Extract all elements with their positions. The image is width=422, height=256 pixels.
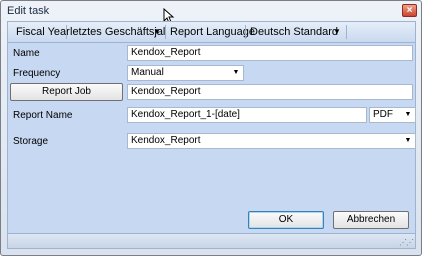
- cancel-button[interactable]: Abbrechen: [333, 211, 409, 229]
- name-label: Name: [13, 48, 40, 59]
- toolbar: Fiscal Year letztes Geschäftsjal ▼ Repor…: [7, 21, 416, 43]
- storage-select[interactable]: Kendox_Report ▼: [127, 133, 416, 149]
- chevron-down-icon[interactable]: ▼: [401, 134, 415, 148]
- toolbar-separator: [165, 25, 166, 39]
- toolbar-separator: [245, 25, 246, 39]
- fiscal-year-label: Fiscal Year: [16, 26, 70, 38]
- chevron-down-icon[interactable]: ▼: [401, 108, 415, 122]
- report-job-button[interactable]: Report Job: [10, 83, 123, 101]
- storage-value: Kendox_Report: [131, 135, 201, 146]
- resize-grip-icon[interactable]: ⋰⋰: [399, 238, 414, 247]
- frequency-label: Frequency: [13, 68, 61, 79]
- report-language-select[interactable]: Deutsch Standard: [250, 26, 338, 38]
- edit-task-dialog: Edit task × Fiscal Year letztes Geschäft…: [0, 0, 422, 256]
- report-job-field[interactable]: Kendox_Report: [127, 84, 413, 100]
- frequency-select[interactable]: Manual ▼: [127, 65, 244, 81]
- chevron-down-icon[interactable]: ▼: [151, 22, 163, 42]
- name-field[interactable]: Kendox_Report: [127, 45, 413, 61]
- toolbar-separator: [346, 25, 347, 39]
- frequency-value: Manual: [131, 67, 164, 78]
- close-icon[interactable]: ×: [402, 4, 417, 17]
- format-select[interactable]: PDF ▼: [369, 107, 416, 123]
- status-bar: ⋰⋰: [7, 233, 416, 249]
- report-language-label: Report Language: [170, 26, 256, 38]
- ok-button[interactable]: OK: [248, 211, 324, 229]
- form-panel: Name Kendox_Report Frequency Manual ▼ Re…: [7, 43, 416, 233]
- chevron-down-icon[interactable]: ▼: [229, 66, 243, 80]
- report-name-field[interactable]: Kendox_Report_1-[date]: [127, 107, 367, 123]
- storage-label: Storage: [13, 136, 49, 147]
- toolbar-separator: [66, 25, 67, 39]
- report-name-label: Report Name: [13, 110, 73, 121]
- title-bar[interactable]: Edit task ×: [1, 1, 421, 21]
- window-title: Edit task: [7, 5, 50, 17]
- chevron-down-icon[interactable]: ▼: [331, 22, 343, 42]
- format-value: PDF: [373, 109, 393, 120]
